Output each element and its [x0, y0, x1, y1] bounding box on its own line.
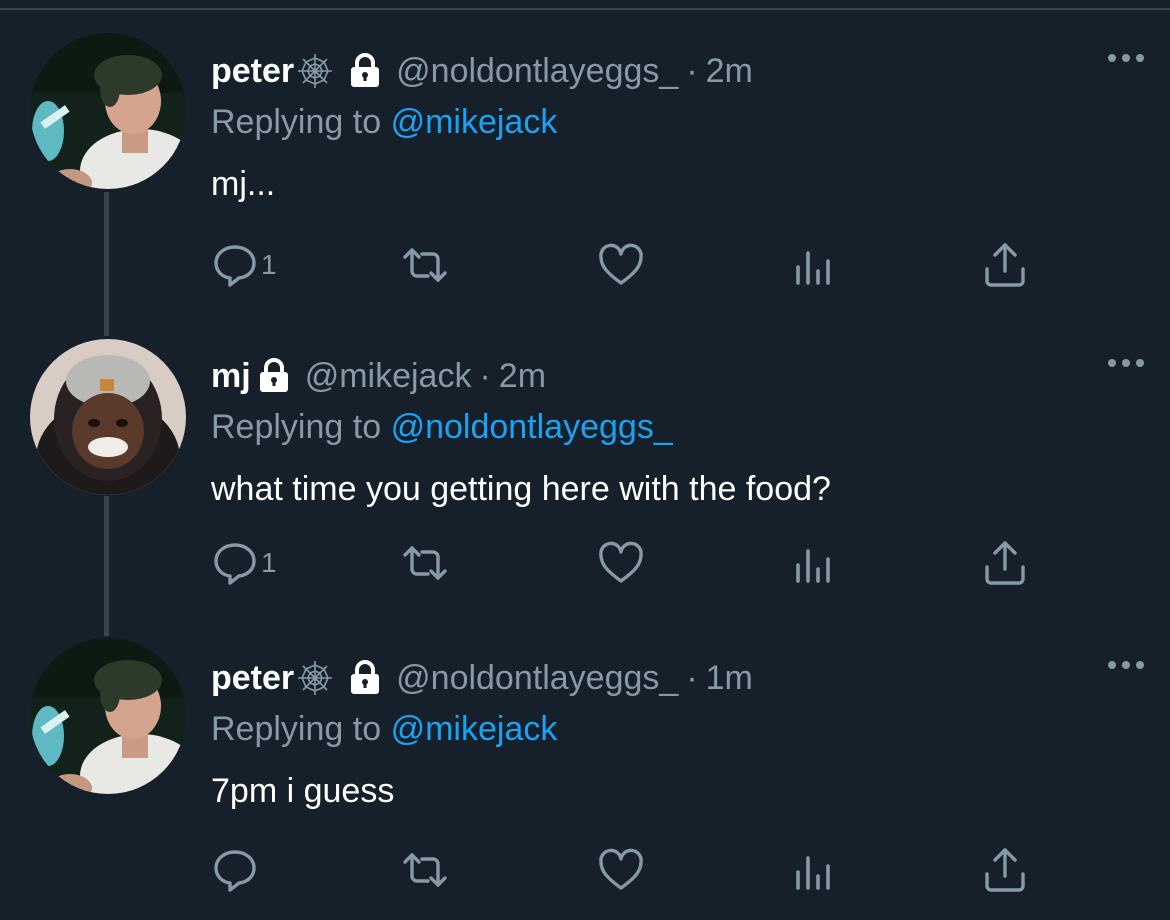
user-handle[interactable]: @mikejack [305, 356, 472, 396]
like-icon [599, 243, 643, 285]
tweet-header: peter [211, 44, 1130, 98]
analytics-icon [796, 251, 830, 285]
reply-count: 1 [261, 547, 277, 578]
share-button[interactable] [981, 538, 1029, 588]
retweet-button[interactable] [401, 845, 449, 895]
replying-to-line: Replying to @mikejack [211, 709, 1130, 749]
tweet-text: 7pm i guess [211, 772, 395, 810]
like-button[interactable] [597, 845, 645, 895]
retweet-button[interactable] [401, 240, 449, 290]
avatar[interactable] [30, 638, 186, 794]
tweet-content: peter [211, 44, 1130, 204]
reply-button[interactable]: 1 [211, 538, 277, 588]
tweet-header: peter [211, 651, 1130, 705]
more-options-icon[interactable] [1106, 50, 1146, 66]
share-button[interactable] [981, 845, 1029, 895]
timestamp[interactable]: 1m [706, 658, 753, 698]
retweet-button[interactable] [401, 538, 449, 588]
lock-icon [348, 660, 382, 696]
tweet-content: peter [211, 651, 1130, 811]
retweet-icon [403, 546, 447, 580]
replying-to-line: Replying to @noldontlayeggs_ [211, 407, 1130, 447]
spiderweb-icon [296, 52, 334, 90]
share-button[interactable] [981, 240, 1029, 290]
reply-icon [214, 245, 256, 287]
separator-dot: · [479, 357, 491, 395]
replying-to-label: Replying to [211, 103, 382, 141]
user-handle[interactable]: @noldontlayeggs_ [396, 51, 678, 91]
analytics-icon [796, 549, 830, 583]
more-options-icon[interactable] [1106, 657, 1146, 673]
avatar[interactable] [30, 33, 186, 189]
tweet-header: mj @mikejack · 2m [211, 349, 1130, 403]
like-icon [599, 848, 643, 890]
replying-to-label: Replying to [211, 408, 382, 446]
share-icon [985, 541, 1025, 585]
more-options-icon[interactable] [1106, 355, 1146, 371]
reply-button[interactable] [211, 845, 261, 895]
reply-icon [214, 543, 256, 585]
tweet[interactable]: peter [0, 30, 1170, 320]
analytics-button[interactable] [789, 240, 837, 290]
tweet-content: mj @mikejack · 2m Replying to @noldontla… [211, 349, 1130, 509]
replying-to-mention[interactable]: @noldontlayeggs_ [391, 408, 673, 446]
analytics-button[interactable] [789, 538, 837, 588]
replying-to-label: Replying to [211, 710, 382, 748]
like-button[interactable] [597, 538, 645, 588]
like-icon [599, 541, 643, 583]
lock-icon [257, 358, 291, 394]
replying-to-mention[interactable]: @mikejack [391, 103, 558, 141]
share-icon [985, 848, 1025, 892]
tweet[interactable]: mj @mikejack · 2m Replying to @noldontla… [0, 335, 1170, 625]
tweet-text: what time you getting here with the food… [211, 470, 831, 508]
retweet-icon [403, 853, 447, 887]
like-button[interactable] [597, 240, 645, 290]
tweet-actions: 1 [211, 538, 1031, 588]
reply-button[interactable]: 1 [211, 240, 277, 290]
tweet-actions [211, 845, 1031, 895]
analytics-icon [796, 856, 830, 890]
tweet[interactable]: peter [0, 637, 1170, 920]
display-name[interactable]: peter [211, 51, 294, 91]
spiderweb-icon [296, 659, 334, 697]
reply-icon [214, 850, 256, 892]
avatar-peter-image [30, 638, 186, 794]
timestamp[interactable]: 2m [706, 51, 753, 91]
conversation-thread: peter @noldontlayeggs_ · 2m Replying to … [0, 0, 1170, 920]
reply-count: 1 [261, 249, 277, 280]
retweet-icon [403, 248, 447, 282]
analytics-button[interactable] [789, 845, 837, 895]
separator-dot: · [686, 52, 698, 90]
replying-to-mention[interactable]: @mikejack [391, 710, 558, 748]
separator-dot: · [686, 659, 698, 697]
replying-to-line: Replying to @mikejack [211, 102, 1130, 142]
display-name[interactable]: peter [211, 658, 294, 698]
tweet-actions: 1 [211, 240, 1031, 290]
timestamp[interactable]: 2m [499, 356, 546, 396]
share-icon [985, 243, 1025, 287]
avatar[interactable] [30, 339, 186, 495]
display-name[interactable]: mj [211, 356, 251, 396]
lock-icon [348, 53, 382, 89]
avatar-peter-image [30, 33, 186, 189]
tweet-text: mj... [211, 165, 276, 203]
user-handle[interactable]: @noldontlayeggs_ [396, 658, 678, 698]
avatar-mj-image [30, 339, 186, 495]
